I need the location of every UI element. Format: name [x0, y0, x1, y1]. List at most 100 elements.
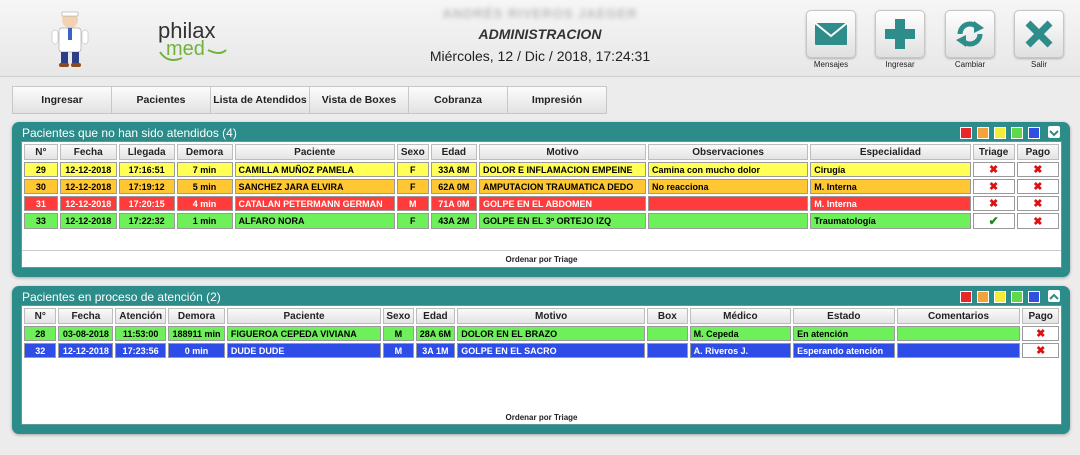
refresh-icon — [956, 21, 984, 47]
payment-cell[interactable]: ✖ — [1016, 162, 1059, 177]
x-mark-icon: ✖ — [1033, 164, 1043, 176]
mensajes-button[interactable]: Mensajes — [805, 10, 857, 69]
triage-cell[interactable]: ✔ — [972, 213, 1015, 229]
attention-time-cell: 17:23:56 — [115, 343, 167, 358]
nav-pacientes[interactable]: Pacientes — [111, 86, 210, 114]
inprocess-col-header[interactable]: Demora — [168, 308, 225, 324]
inprocess-col-header[interactable]: Comentarios — [896, 308, 1021, 324]
inprocess-patients-table: N° Fecha Atención Demora Paciente Sexo Edad Mot… — [22, 306, 1061, 360]
age-cell: 3A 1M — [415, 343, 456, 358]
triage-color-filters-2 — [955, 291, 1040, 303]
inprocess-col-header[interactable]: Atención — [115, 308, 167, 324]
arrival-time-cell: 17:22:32 — [118, 213, 175, 229]
ingresar-button[interactable]: Ingresar — [874, 10, 926, 69]
inprocess-col-header[interactable]: Paciente — [226, 308, 382, 324]
waiting-col-header[interactable]: Triage — [972, 144, 1015, 160]
nav-ingresar[interactable]: Ingresar — [12, 86, 111, 114]
table-row[interactable]: 33 12-12-2018 17:22:32 1 min ALFARO NORA F 43A… — [24, 213, 1059, 229]
inprocess-col-header[interactable]: N° — [24, 308, 57, 324]
filter-yellow-swatch[interactable] — [994, 291, 1006, 303]
in-process-patients-panel: Pacientes en proceso de atención (2) N° F… — [12, 286, 1070, 434]
filter-orange-swatch[interactable] — [977, 127, 989, 139]
inprocess-col-header[interactable]: Pago — [1022, 308, 1059, 324]
filter-yellow-swatch[interactable] — [994, 127, 1006, 139]
collapse-toggle-icon[interactable] — [1048, 126, 1060, 138]
waiting-col-header[interactable]: Observaciones — [647, 144, 809, 160]
patient-number: 31 — [24, 196, 58, 211]
inprocess-col-header[interactable]: Fecha — [58, 308, 114, 324]
waiting-col-header[interactable]: Demora — [176, 144, 233, 160]
waiting-panel-title: Pacientes que no han sido atendidos (4) — [22, 126, 237, 140]
comments-cell — [896, 343, 1021, 358]
order-by-triage-button[interactable]: Ordenar por Triage — [22, 255, 1061, 264]
nav-impresion[interactable]: Impresión — [507, 86, 607, 114]
table-row[interactable]: 30 12-12-2018 17:19:12 5 min SANCHEZ JARA EL… — [24, 179, 1059, 194]
logo-swoosh — [159, 49, 227, 61]
box-cell — [647, 343, 688, 358]
inprocess-table-container: N° Fecha Atención Demora Paciente Sexo Edad Mot… — [21, 305, 1062, 425]
waiting-col-header[interactable]: Motivo — [478, 144, 646, 160]
x-mark-icon: ✖ — [989, 164, 999, 176]
waiting-col-header[interactable]: Pago — [1016, 144, 1059, 160]
expand-toggle-icon[interactable] — [1048, 290, 1060, 302]
observations-cell — [647, 196, 809, 211]
inprocess-col-header[interactable]: Médico — [689, 308, 792, 324]
inprocess-col-header[interactable]: Sexo — [383, 308, 414, 324]
waiting-col-header[interactable]: Sexo — [396, 144, 429, 160]
triage-cell[interactable]: ✖ — [972, 196, 1015, 211]
filter-green-swatch[interactable] — [1011, 291, 1023, 303]
waiting-col-header[interactable]: Especialidad — [810, 144, 971, 160]
inprocess-col-header[interactable]: Motivo — [457, 308, 646, 324]
patient-name-cell: CATALAN PETERMANN GERMAN — [234, 196, 395, 211]
table-row[interactable]: 29 12-12-2018 17:16:51 7 min CAMILLA MUÑOZ P… — [24, 162, 1059, 177]
waiting-patients-panel: Pacientes que no han sido atendidos (4) … — [12, 122, 1070, 277]
order-by-triage-button-2[interactable]: Ordenar por Triage — [22, 413, 1061, 422]
payment-cell[interactable]: ✖ — [1022, 343, 1059, 358]
triage-cell[interactable]: ✖ — [972, 162, 1015, 177]
waiting-col-header[interactable]: N° — [24, 144, 58, 160]
payment-cell[interactable]: ✖ — [1022, 326, 1059, 341]
cambiar-button[interactable]: Cambiar — [944, 10, 996, 69]
sex-cell: M — [396, 196, 429, 211]
nav-lista-atendidos[interactable]: Lista de Atendidos — [210, 86, 309, 114]
inprocess-col-header[interactable]: Box — [647, 308, 688, 324]
waiting-col-header[interactable]: Paciente — [234, 144, 395, 160]
nav-cobranza[interactable]: Cobranza — [408, 86, 507, 114]
table-row[interactable]: 32 12-12-2018 17:23:56 0 min DUDE DUDE M 3A 1M… — [24, 343, 1059, 358]
payment-cell[interactable]: ✖ — [1016, 179, 1059, 194]
status-cell: En atención — [793, 326, 895, 341]
payment-cell[interactable]: ✖ — [1016, 196, 1059, 211]
patient-name-cell: FIGUEROA CEPEDA VIVIANA — [226, 326, 382, 341]
waiting-col-header[interactable]: Llegada — [118, 144, 175, 160]
doctor-cell: A. Riveros J. — [689, 343, 792, 358]
philax-med-logo: philax med — [152, 18, 238, 64]
payment-cell[interactable]: ✖ — [1016, 213, 1059, 229]
table-row[interactable]: 28 03-08-2018 11:53:00 188911 min FIGUEROA C… — [24, 326, 1059, 341]
close-icon — [1025, 20, 1053, 48]
inprocess-col-header[interactable]: Estado — [793, 308, 895, 324]
salir-button[interactable]: Salir — [1013, 10, 1065, 69]
current-datetime: Miércoles, 12 / Dic / 2018, 17:24:31 — [429, 48, 651, 64]
filter-green-swatch[interactable] — [1011, 127, 1023, 139]
x-mark-icon: ✖ — [989, 181, 999, 193]
filter-red-swatch[interactable] — [960, 127, 972, 139]
triage-cell[interactable]: ✖ — [972, 179, 1015, 194]
arrival-time-cell: 17:16:51 — [118, 162, 175, 177]
patient-name-cell: SANCHEZ JARA ELVIRA — [234, 179, 395, 194]
date-cell: 12-12-2018 — [59, 162, 117, 177]
nav-vista-boxes[interactable]: Vista de Boxes — [309, 86, 408, 114]
waiting-col-header[interactable]: Fecha — [59, 144, 117, 160]
triage-color-filters — [955, 127, 1040, 139]
filter-blue-swatch[interactable] — [1028, 291, 1040, 303]
attention-time-cell: 11:53:00 — [115, 326, 167, 341]
specialty-cell: M. Interna — [810, 196, 971, 211]
waiting-patients-table: N° Fecha Llegada Demora Paciente Sexo Edad Moti… — [22, 142, 1061, 231]
inprocess-col-header[interactable]: Edad — [415, 308, 456, 324]
table-row[interactable]: 31 12-12-2018 17:20:15 4 min CATALAN PETERMA… — [24, 196, 1059, 211]
filter-red-swatch[interactable] — [960, 291, 972, 303]
date-cell: 03-08-2018 — [58, 326, 114, 341]
filter-orange-swatch[interactable] — [977, 291, 989, 303]
observations-cell: Camina con mucho dolor — [647, 162, 809, 177]
waiting-col-header[interactable]: Edad — [430, 144, 477, 160]
filter-blue-swatch[interactable] — [1028, 127, 1040, 139]
